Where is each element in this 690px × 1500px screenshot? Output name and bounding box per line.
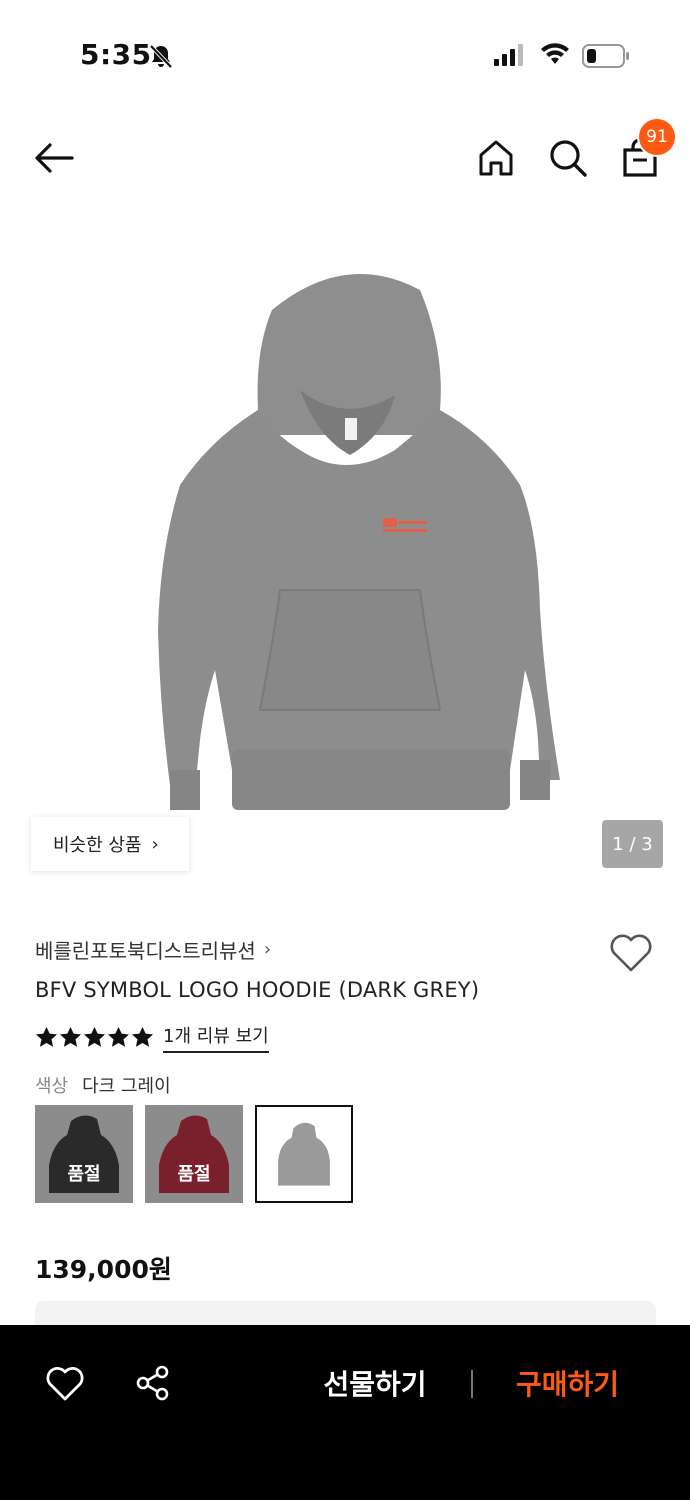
color-value: 다크 그레이 bbox=[82, 1076, 171, 1097]
rating-row: 1개 리뷰 보기 bbox=[35, 1022, 269, 1053]
product-price: 139,000원 bbox=[35, 1255, 172, 1284]
swatch-dark-grey[interactable] bbox=[255, 1105, 353, 1203]
status-bar: 5:35 bbox=[0, 0, 690, 110]
review-link[interactable]: 1개 리뷰 보기 bbox=[163, 1022, 269, 1053]
wifi-icon bbox=[541, 43, 569, 64]
soldout-label: 품절 bbox=[67, 1164, 101, 1185]
bottom-action-bar bbox=[0, 1325, 690, 1500]
similar-products-button[interactable]: 비슷한 상품 › bbox=[31, 817, 189, 871]
back-arrow-icon[interactable] bbox=[30, 136, 80, 180]
swatch-hoodie-image bbox=[49, 1115, 119, 1193]
home-icon[interactable] bbox=[474, 136, 518, 180]
divider bbox=[471, 1370, 473, 1398]
star-rating bbox=[35, 1026, 154, 1049]
bell-slash-icon bbox=[149, 44, 173, 69]
search-icon[interactable] bbox=[546, 136, 590, 180]
chevron-right-icon: › bbox=[263, 939, 272, 960]
heart-icon[interactable] bbox=[608, 932, 654, 974]
product-name: BFV SYMBOL LOGO HOODIE (DARK GREY) bbox=[35, 978, 480, 1002]
signal-icon bbox=[494, 44, 523, 66]
gift-button[interactable]: 선물하기 bbox=[300, 1362, 450, 1408]
star-icon bbox=[35, 1026, 58, 1047]
heart-icon[interactable] bbox=[46, 1366, 84, 1402]
battery-icon bbox=[582, 44, 629, 68]
swatch-hoodie-image bbox=[278, 1122, 330, 1186]
star-icon bbox=[131, 1026, 154, 1047]
similar-products-label: 비슷한 상품 bbox=[53, 835, 142, 856]
swatch-black[interactable]: 품절 bbox=[35, 1105, 133, 1203]
star-icon bbox=[107, 1026, 130, 1047]
color-row: 색상 다크 그레이 bbox=[35, 1072, 171, 1098]
status-time: 5:35 bbox=[80, 38, 152, 71]
brand-link[interactable]: 베를린포토북디스트리뷰션 › bbox=[35, 935, 271, 964]
swatch-burgundy[interactable]: 품절 bbox=[145, 1105, 243, 1203]
chevron-right-icon: › bbox=[151, 833, 159, 855]
brand-name: 베를린포토북디스트리뷰션 bbox=[35, 939, 256, 963]
share-icon[interactable] bbox=[134, 1364, 172, 1402]
cart-count-badge: 91 bbox=[637, 117, 677, 157]
color-label: 색상 bbox=[35, 1076, 69, 1097]
color-swatches: 품절 품절 bbox=[35, 1105, 353, 1203]
soldout-label: 품절 bbox=[177, 1164, 211, 1185]
product-image[interactable] bbox=[0, 210, 690, 890]
image-page-indicator: 1 / 3 bbox=[602, 820, 663, 868]
swatch-hoodie-image bbox=[159, 1115, 229, 1193]
buy-button[interactable]: 구매하기 bbox=[490, 1362, 645, 1408]
star-icon bbox=[59, 1026, 82, 1047]
star-icon bbox=[83, 1026, 106, 1047]
